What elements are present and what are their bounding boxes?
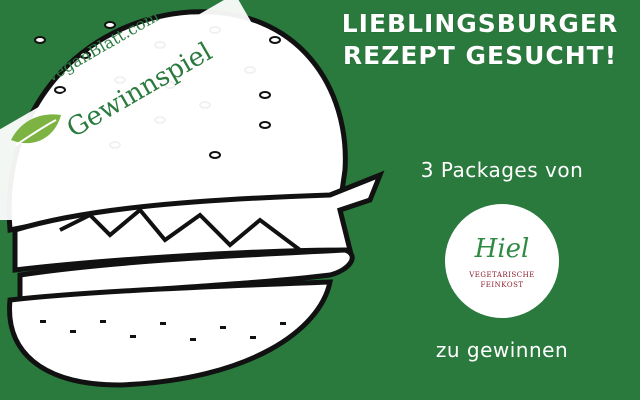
promo-graphic: VeganBlatt.com Gewinnspiel Lieblingsburg…: [0, 0, 640, 400]
sponsor-logo: Hiel VEGETARISCHE FEINKOST: [445, 204, 559, 318]
leaf-logo-icon: [11, 114, 61, 146]
prize-intro-text: 3 Packages von: [420, 158, 584, 182]
prize-outro-text: zu gewinnen: [435, 338, 569, 362]
sponsor-logo-tagline-1: VEGETARISCHE: [469, 271, 535, 279]
headline: Lieblingsburger Rezept gesucht!: [330, 8, 630, 72]
headline-line1: Lieblingsburger: [341, 9, 619, 38]
sponsor-logo-name: Hiel: [474, 234, 530, 264]
corner-banner: VeganBlatt.com Gewinnspiel: [0, 0, 260, 220]
sponsor-logo-tagline-2: FEINKOST: [480, 281, 524, 289]
headline-line2: Rezept gesucht!: [342, 41, 618, 70]
